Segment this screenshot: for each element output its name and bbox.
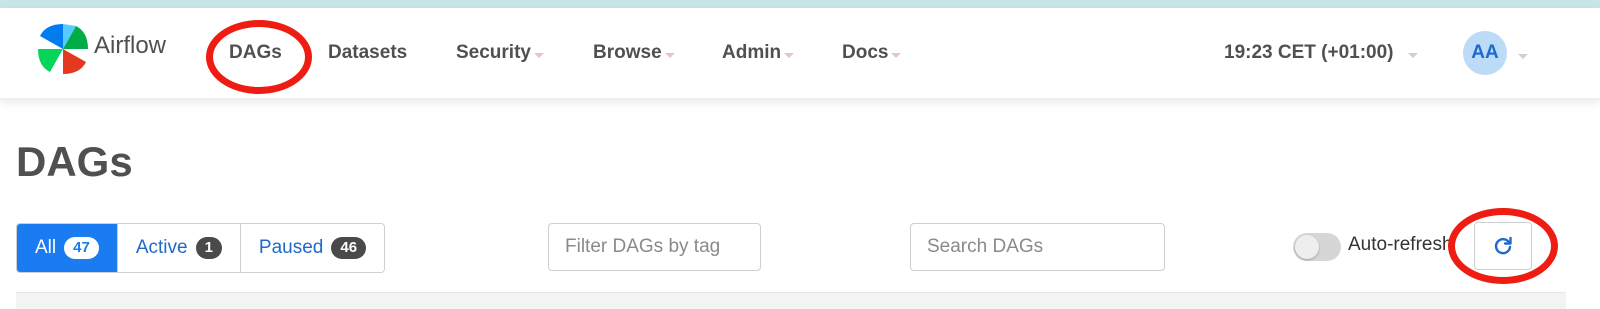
nav-docs-label: Docs [842,42,889,63]
dag-table-header [16,292,1566,309]
page-title: DAGs [16,138,133,185]
filter-paused-label: Paused [258,237,324,258]
toggle-knob [1295,235,1319,259]
nav-browse[interactable]: Browse [593,8,675,98]
chevron-down-icon [664,52,675,58]
chevron-down-icon[interactable] [1518,54,1528,59]
filter-active-label: Active [135,237,188,258]
nav-admin-label: Admin [722,42,782,63]
nav-datasets-label: Datasets [328,42,408,63]
user-initials: AA [1471,42,1499,63]
current-time: 19:23 CET (+01:00) [1224,42,1394,63]
nav-dags[interactable]: DAGs [229,8,282,98]
brand[interactable]: Airflow [36,22,166,76]
nav-datasets[interactable]: Datasets [328,8,407,98]
nav-security-label: Security [456,42,531,63]
chevron-down-icon [533,52,544,58]
auto-refresh-toggle[interactable] [1293,233,1341,261]
timezone-dropdown[interactable]: 19:23 CET (+01:00) [1224,8,1418,98]
status-filter-group: All 47 Active 1 Paused 46 [16,223,386,273]
filter-active-button[interactable]: Active 1 [117,224,241,272]
nav-admin[interactable]: Admin [722,8,795,98]
auto-refresh-label: Auto-refresh [1348,234,1452,255]
nav-browse-label: Browse [593,42,662,63]
filter-paused-count: 46 [331,237,367,259]
nav-docs[interactable]: Docs [842,8,902,98]
nav-dags-label: DAGs [229,42,282,63]
nav-security[interactable]: Security [456,8,544,98]
chevron-down-icon [891,52,902,58]
top-color-strip [0,0,1600,8]
user-avatar[interactable]: AA [1463,31,1507,75]
app-name: Airflow [94,32,167,59]
chevron-down-icon [784,52,795,58]
airflow-logo-icon [38,24,88,74]
filter-paused-button[interactable]: Paused 46 [240,224,385,272]
filter-all-button[interactable]: All 47 [17,224,118,272]
filter-all-count: 47 [64,237,99,259]
refresh-icon [1494,236,1512,255]
filter-active-count: 1 [195,237,222,259]
filter-all-label: All [35,237,57,258]
chevron-down-icon [1407,52,1418,58]
tag-filter-input[interactable] [548,223,761,271]
refresh-button[interactable] [1474,222,1532,270]
navbar: Airflow DAGs Datasets Security Browse Ad… [0,8,1600,99]
search-input[interactable] [910,223,1165,271]
